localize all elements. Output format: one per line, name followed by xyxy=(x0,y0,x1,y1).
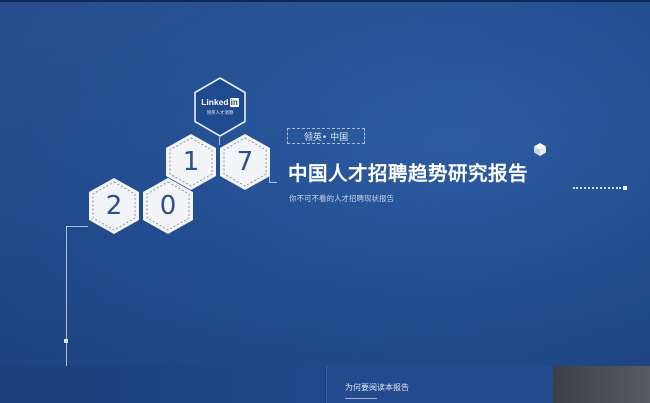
year-hex-2: 7 xyxy=(219,133,271,191)
connector-line xyxy=(66,226,88,227)
year-hex-3: 2 xyxy=(88,177,140,235)
link-underline xyxy=(345,398,377,399)
bottom-panel-left xyxy=(0,366,325,403)
cube-icon xyxy=(534,143,546,156)
linkedin-logo: Linked in xyxy=(201,97,239,107)
year-digit: 0 xyxy=(159,191,177,221)
decor-dotted-line xyxy=(573,187,621,189)
bottom-panel-right xyxy=(553,366,650,403)
top-edge xyxy=(0,0,650,2)
why-read-link[interactable]: 为何要阅读本报告 xyxy=(345,382,409,393)
logo-caption: 领英人才洞察 xyxy=(206,111,234,116)
report-title: 中国人才招聘趋势研究报告 xyxy=(288,162,529,185)
year-digit: 2 xyxy=(105,191,123,221)
slide: Linked in 领英人才洞察 1 7 2 0 领英• 中国 中国人才招聘趋势研… xyxy=(0,0,650,403)
year-hex-4: 0 xyxy=(142,177,194,235)
connector-dot xyxy=(64,339,68,343)
linkedin-logo-hex: Linked in 领英人才洞察 xyxy=(194,77,246,137)
connector-line xyxy=(66,226,67,370)
year-digit: 7 xyxy=(236,147,254,177)
decor-dot xyxy=(623,186,627,190)
report-subtitle: 你不可不看的人才招聘现状报告 xyxy=(289,194,394,203)
region-tag: 领英• 中国 xyxy=(287,128,365,144)
